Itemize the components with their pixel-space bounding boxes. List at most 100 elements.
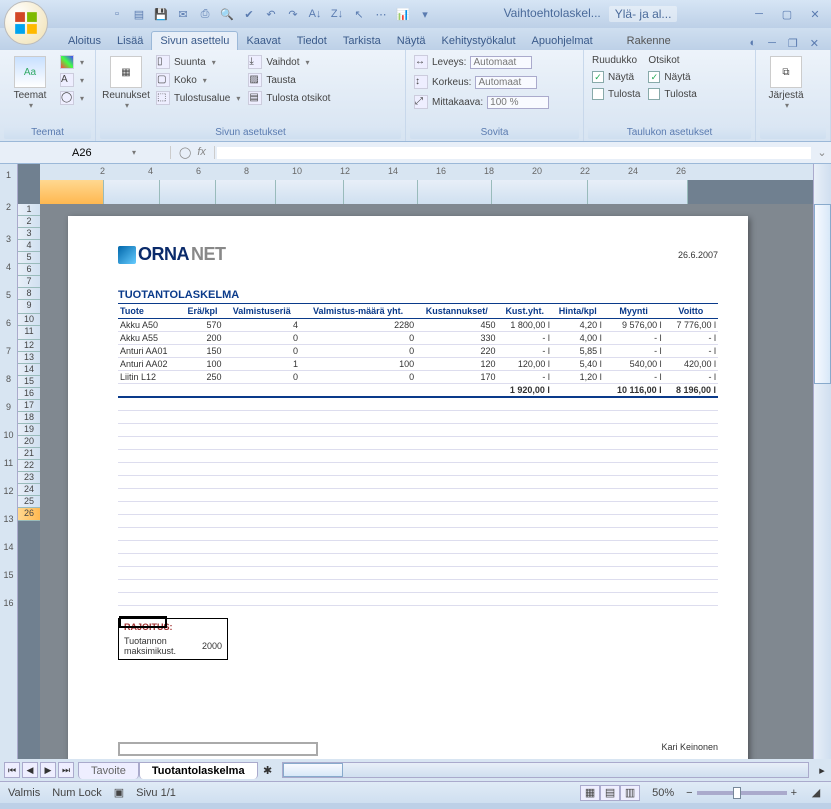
formula-input[interactable] — [217, 147, 811, 159]
vertical-scrollbar[interactable] — [813, 164, 831, 759]
hscroll-thumb[interactable] — [283, 763, 343, 777]
reunukset-button[interactable]: ▦ Reunukset▾ — [102, 54, 150, 112]
view-normal-button[interactable]: ▦ — [580, 785, 600, 801]
sheet-nav-first[interactable]: ⏮ — [4, 762, 20, 778]
outline-level[interactable]: 2 — [0, 196, 17, 228]
row-header-4[interactable]: 4 — [18, 240, 40, 252]
expand-formula-bar-icon[interactable]: ⌄ — [813, 146, 831, 159]
more-icon[interactable]: ⋯ — [372, 5, 390, 23]
column-header-E[interactable]: E — [276, 180, 344, 204]
column-header-G[interactable]: G — [418, 180, 492, 204]
undo-icon[interactable]: ↶ — [262, 5, 280, 23]
row-header-2[interactable]: 2 — [18, 216, 40, 228]
resize-grip-icon[interactable]: ◢ — [809, 786, 823, 799]
tulostusalue-button[interactable]: ⬚Tulostusalue▾ — [154, 90, 242, 106]
outline-level[interactable]: 3 — [0, 228, 17, 256]
redo-icon[interactable]: ↷ — [284, 5, 302, 23]
view-pagebreak-button[interactable]: ▥ — [620, 785, 640, 801]
row-header-13[interactable]: 13 — [18, 352, 40, 364]
outline-level[interactable]: 15 — [0, 564, 17, 592]
help-button[interactable]: ◐ — [745, 37, 760, 50]
outline-bar[interactable]: 12345678910111213141516 — [0, 164, 18, 759]
tab-lisaa[interactable]: Lisää — [109, 32, 151, 50]
office-button[interactable] — [4, 1, 48, 45]
row-header-6[interactable]: 6 — [18, 264, 40, 276]
scale-input[interactable]: 100 % — [487, 96, 549, 109]
column-header-H[interactable]: H — [492, 180, 588, 204]
view-pagelayout-button[interactable]: ▤ — [600, 785, 620, 801]
tab-rakenne[interactable]: Rakenne — [619, 32, 679, 50]
footer-input-box[interactable] — [118, 742, 318, 756]
column-header-F[interactable]: F — [344, 180, 418, 204]
row-header-18[interactable]: 18 — [18, 412, 40, 424]
doc-close-button[interactable]: ✕ — [806, 37, 823, 50]
zoom-slider[interactable]: − + — [686, 787, 797, 799]
fx-label[interactable]: fx — [197, 146, 206, 159]
zoom-out-button[interactable]: − — [686, 787, 692, 799]
tab-tarkista[interactable]: Tarkista — [335, 32, 389, 50]
sort-desc-icon[interactable]: Z↓ — [328, 5, 346, 23]
doc-minimize-button[interactable]: ─ — [764, 37, 780, 50]
row-header-8[interactable]: 8 — [18, 288, 40, 300]
outline-level[interactable]: 1 — [0, 164, 17, 196]
theme-colors-button[interactable]: ▾ — [58, 54, 86, 70]
column-header-B[interactable]: B — [104, 180, 160, 204]
sheet-tab-tuotantolaskelma[interactable]: Tuotantolaskelma — [139, 762, 258, 779]
doc-restore-button[interactable]: ❐ — [784, 37, 802, 50]
row-header-3[interactable]: 3 — [18, 228, 40, 240]
sheet-nav-last[interactable]: ⏭ — [58, 762, 74, 778]
headings-view-checkbox[interactable]: ✓Näytä — [646, 70, 698, 84]
row-header-5[interactable]: 5 — [18, 252, 40, 264]
suunta-button[interactable]: ▯Suunta▾ — [154, 54, 242, 70]
row-header-25[interactable]: 25 — [18, 496, 40, 508]
print-icon[interactable]: ⎙ — [196, 5, 214, 23]
row-header-10[interactable]: 10 — [18, 314, 40, 326]
column-header-D[interactable]: D — [216, 180, 276, 204]
row-header-23[interactable]: 23 — [18, 472, 40, 484]
gridlines-view-checkbox[interactable]: ✓Näytä — [590, 70, 642, 84]
headings-print-checkbox[interactable]: Tulosta — [646, 87, 698, 101]
row-header-16[interactable]: 16 — [18, 388, 40, 400]
jarjesta-button[interactable]: ⧉ Järjestä▾ — [762, 54, 810, 112]
horizontal-scrollbar[interactable] — [282, 762, 809, 778]
row-header-14[interactable]: 14 — [18, 364, 40, 376]
maximize-button[interactable]: ▢ — [775, 5, 799, 23]
theme-effects-button[interactable]: ◯▾ — [58, 90, 86, 106]
outline-level[interactable]: 4 — [0, 256, 17, 284]
zoom-track[interactable] — [697, 791, 787, 795]
tab-sivun-asettelu[interactable]: Sivun asettelu — [151, 31, 238, 50]
sort-asc-icon[interactable]: A↓ — [306, 5, 324, 23]
column-header-C[interactable]: C — [160, 180, 216, 204]
print-preview-icon[interactable]: 🔍 — [218, 5, 236, 23]
outline-level[interactable]: 5 — [0, 284, 17, 312]
minimize-button[interactable]: ─ — [747, 5, 771, 23]
new-icon[interactable]: ▫ — [108, 5, 126, 23]
row-header-24[interactable]: 24 — [18, 484, 40, 496]
qat-customize-icon[interactable]: ▾ — [416, 5, 434, 23]
row-header-22[interactable]: 22 — [18, 460, 40, 472]
row-headers[interactable]: 1234567891011121314151617181920212223242… — [18, 204, 40, 759]
tausta-button[interactable]: ▨Tausta — [246, 72, 332, 88]
outline-level[interactable]: 9 — [0, 396, 17, 424]
outline-level[interactable]: 14 — [0, 536, 17, 564]
teemat-button[interactable]: Aa Teemat▾ — [6, 54, 54, 112]
row-header-15[interactable]: 15 — [18, 376, 40, 388]
sheet-nav-next[interactable]: ▶ — [40, 762, 56, 778]
width-select[interactable]: Automaat — [470, 56, 532, 69]
close-button[interactable]: ✕ — [803, 5, 827, 23]
row-header-1[interactable]: 1 — [18, 204, 40, 216]
sheet-tab-tavoite[interactable]: Tavoite — [78, 762, 139, 779]
tulosta-otsikot-button[interactable]: ▤Tulosta otsikot — [246, 90, 332, 106]
name-box-input[interactable] — [72, 147, 122, 159]
tab-aloitus[interactable]: Aloitus — [60, 32, 109, 50]
outline-level[interactable]: 7 — [0, 340, 17, 368]
tab-kehitystyokalut[interactable]: Kehitystyökalut — [434, 32, 524, 50]
koko-button[interactable]: ▢Koko▾ — [154, 72, 242, 88]
outline-level[interactable]: 11 — [0, 452, 17, 480]
row-header-17[interactable]: 17 — [18, 400, 40, 412]
column-headers[interactable]: ABCDEFGHI — [40, 180, 813, 204]
name-box[interactable]: ▾ — [0, 147, 170, 159]
row-header-11[interactable]: 11 — [18, 326, 40, 340]
open-icon[interactable]: ▤ — [130, 5, 148, 23]
tab-apuohjelmat[interactable]: Apuohjelmat — [524, 32, 601, 50]
